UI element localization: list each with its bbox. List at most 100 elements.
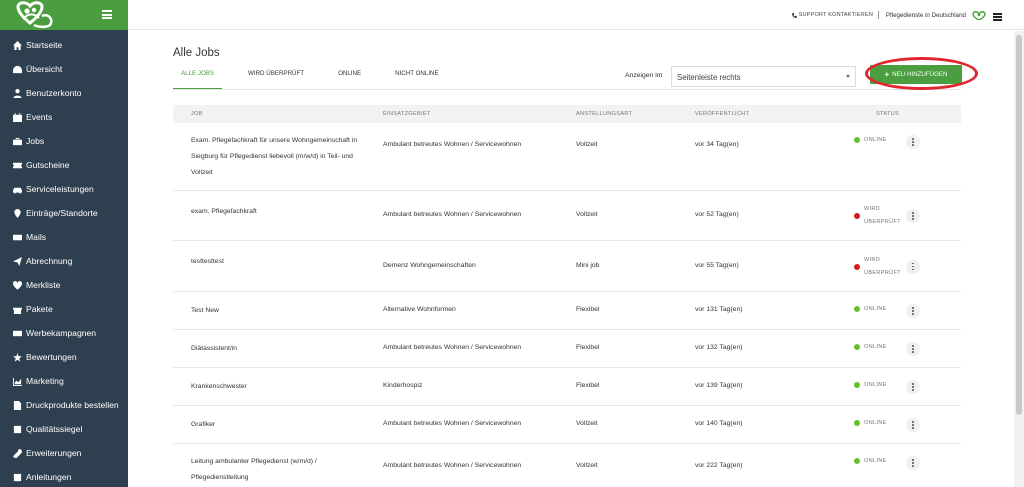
sidebar-item-werbekampagnen[interactable]: Werbekampagnen [0,321,128,345]
sidebar-item-einträge-standorte[interactable]: Einträge/Standorte [0,201,128,225]
sidebar-item-label: Merkliste [26,280,61,290]
add-new-button[interactable]: + NEU HINZUFÜGEN [870,65,962,84]
status-badge: WIRD ÜBERPRÜFT [854,203,901,229]
status-label: ONLINE [864,458,887,464]
brand-label[interactable]: Pflegedienste in Deutschland [886,12,966,19]
status-badge: ONLINE [854,420,887,426]
table-row[interactable]: testtesttest Demenz Wohngemeinschaften Min… [173,241,961,292]
table-row[interactable]: Diätassistent/in Ambulant betreutes Wohne… [173,330,961,368]
sidebar-item-druckprodukte-bestellen[interactable]: Druckprodukte bestellen [0,393,128,417]
tab-online[interactable]: ONLINE [330,68,369,90]
table-row[interactable]: Test New Alternative Wohnformen Flexibel vo… [173,292,961,330]
tab-not-online[interactable]: NICHT ONLINE [387,68,447,90]
sidebar: Startseite Übersicht Benutzerkonto Events Jo… [0,0,128,487]
scrollbar[interactable] [1014,31,1024,487]
sidebar-item-events[interactable]: Events [0,105,128,129]
display-location-select[interactable]: Seitenleiste rechts [671,66,856,87]
envelope-icon [12,232,22,242]
sidebar-item-mails[interactable]: Mails [0,225,128,249]
topbar: SUPPORT KONTAKTIEREN Pflegedienste in De… [128,0,1024,30]
status-dot-icon [854,263,860,270]
sidebar-item-label: Bewertungen [26,352,77,362]
sidebar-item-übersicht[interactable]: Übersicht [0,57,128,81]
row-actions-icon[interactable] [906,418,920,432]
column-header-area: EINSATZGEBIET [383,111,431,117]
sidebar-item-serviceleistungen[interactable]: Serviceleistungen [0,177,128,201]
tab-under-review[interactable]: WIRD ÜBERPRÜFT [240,68,312,90]
book-icon [12,472,22,482]
sidebar-item-anleitungen[interactable]: Anleitungen [0,465,128,487]
sidebar-toggle-icon[interactable] [102,10,112,19]
menu-icon[interactable] [993,13,1002,21]
row-actions-icon[interactable] [906,456,920,470]
row-actions-icon[interactable] [906,342,920,356]
sidebar-item-label: Pakete [26,304,53,314]
logo-icon[interactable] [12,1,58,29]
chevron-down-icon [846,75,850,78]
main-content: Alle Jobs ALLE JOBS WIRD ÜBERPRÜFT ONLINE N… [128,31,1014,487]
job-title: Exam. Pflegefachkraft für unsere Wohngem… [191,137,358,176]
sidebar-item-label: Startseite [26,40,63,50]
sidebar-item-benutzerkonto[interactable]: Benutzerkonto [0,81,128,105]
column-header-published: VERÖFFENTLICHT [695,111,750,117]
job-employment-type: Vollzeit [576,211,598,218]
job-area: Kinderhospiz [383,382,423,389]
status-dot-icon [854,344,860,350]
page-title: Alle Jobs [173,47,220,59]
sidebar-item-gutscheine[interactable]: Gutscheine [0,153,128,177]
sidebar-item-abrechnung[interactable]: Abrechnung [0,249,128,273]
table-row[interactable]: Krankenschwester Kinderhospiz Flexibel vor … [173,368,961,406]
briefcase-icon [12,136,22,146]
status-label: ONLINE [864,382,887,388]
status-dot-icon [854,382,860,388]
display-location-value: Seitenleiste rechts [677,73,741,82]
sidebar-item-pakete[interactable]: Pakete [0,297,128,321]
sidebar-item-label: Jobs [26,136,45,146]
tab-bar: ALLE JOBS WIRD ÜBERPRÜFT ONLINE NICHT ONLIN… [173,68,447,90]
seal-icon [12,424,22,434]
table-row[interactable]: Grafiker Ambulant betreutes Wohnen / Serv… [173,406,961,444]
sidebar-item-bewertungen[interactable]: Bewertungen [0,345,128,369]
sidebar-header [0,0,128,30]
tab-divider [173,89,961,90]
job-published: vor 222 Tag(en) [695,462,743,469]
job-area: Ambulant betreutes Wohnen / Servicewohne… [383,420,522,427]
status-label: ONLINE [864,420,887,426]
job-title: exam. Pflegefachkraft [191,208,257,215]
job-employment-type: Flexibel [576,382,600,389]
row-actions-icon[interactable] [906,135,920,149]
sidebar-item-label: Serviceleistungen [26,184,94,194]
support-link[interactable]: SUPPORT KONTAKTIEREN [791,12,873,18]
row-actions-icon[interactable] [906,209,920,223]
sidebar-item-startseite[interactable]: Startseite [0,33,128,57]
row-actions-icon[interactable] [906,259,920,274]
sidebar-item-qualitätssiegel[interactable]: Qualitätssiegel [0,417,128,441]
row-actions-icon[interactable] [906,304,920,318]
tab-all-jobs[interactable]: ALLE JOBS [173,68,223,90]
job-title: Leitung ambulanter Pflegedienst (w/m/d) … [191,458,317,481]
sidebar-item-erweiterungen[interactable]: Erweiterungen [0,441,128,465]
row-actions-icon[interactable] [906,380,920,394]
status-badge: ONLINE [854,137,887,143]
sidebar-item-label: Abrechnung [26,256,73,266]
sidebar-item-label: Gutscheine [26,160,70,170]
sidebar-item-merkliste[interactable]: Merkliste [0,273,128,297]
job-title: testtesttest [191,258,224,265]
job-published: vor 139 Tag(en) [695,382,743,389]
job-area: Ambulant betreutes Wohnen / Servicewohne… [383,462,522,469]
wrench-icon [12,448,22,458]
filter-label: Anzeigen im [625,72,663,79]
sidebar-item-label: Werbekampagnen [26,328,97,338]
sidebar-item-label: Qualitätssiegel [26,424,83,434]
scrollbar-thumb[interactable] [1016,35,1022,415]
status-badge: ONLINE [854,344,887,350]
status-badge: ONLINE [854,382,887,388]
sidebar-item-jobs[interactable]: Jobs [0,129,128,153]
sidebar-item-marketing[interactable]: Marketing [0,369,128,393]
table-row[interactable]: exam. Pflegefachkraft Ambulant betreutes … [173,191,961,241]
status-badge: WIRD ÜBERPRÜFT [854,254,901,280]
table-row[interactable]: Leitung ambulanter Pflegedienst (w/m/d) … [173,444,961,487]
table-row[interactable]: Exam. Pflegefachkraft für unsere Wohngem… [173,123,961,191]
table-header: JOB EINSATZGEBIET ANSTELLUNGSART VERÖFFE… [173,105,961,123]
support-label: SUPPORT KONTAKTIEREN [798,12,873,18]
